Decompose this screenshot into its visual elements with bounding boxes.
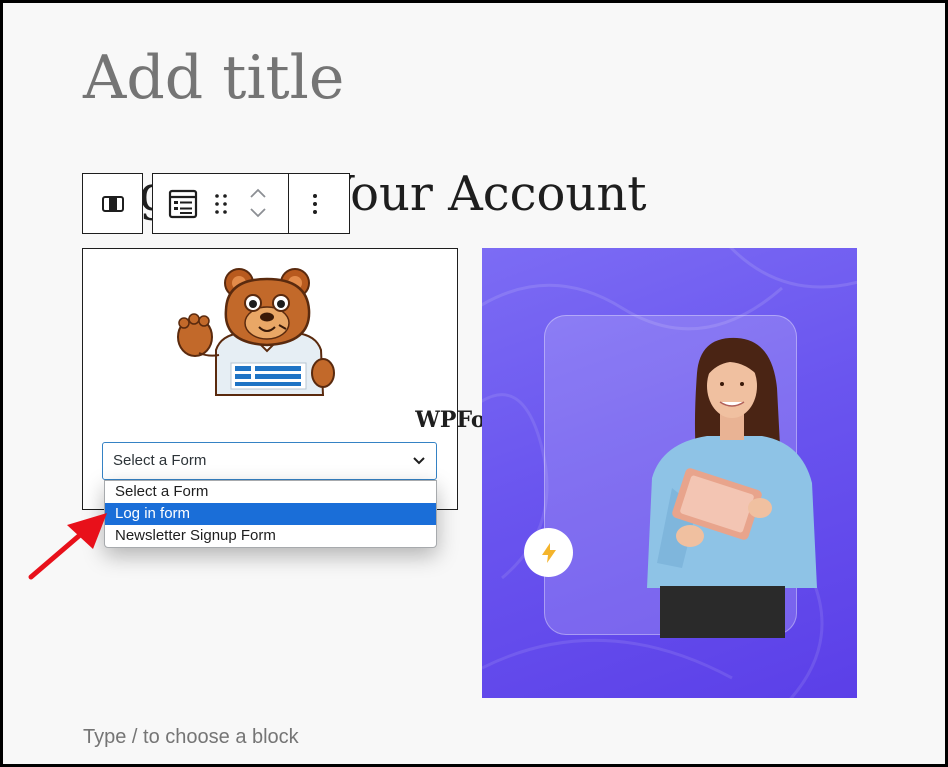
wpforms-mascot	[171, 265, 336, 405]
editor-canvas: Add title g In To Your Account WPForms S…	[3, 3, 945, 764]
hero-image[interactable]	[482, 248, 857, 698]
chevron-down-icon	[250, 208, 266, 218]
columns-icon	[101, 195, 124, 212]
woman-with-tablet	[647, 337, 817, 638]
toolbar-divider	[288, 174, 289, 233]
chevron-down-icon	[413, 457, 425, 465]
more-vertical-icon	[313, 194, 317, 214]
block-toolbar	[152, 173, 350, 234]
more-options-button[interactable]	[311, 192, 319, 221]
badge	[524, 528, 573, 577]
form-option-login[interactable]: Log in form	[105, 503, 436, 525]
form-select[interactable]: Select a Form	[102, 442, 437, 480]
post-title-input[interactable]: Add title	[83, 43, 344, 113]
select-parent-block-button[interactable]	[82, 173, 143, 234]
form-icon	[168, 189, 198, 219]
move-down-button[interactable]	[249, 206, 267, 225]
chevron-up-icon	[250, 188, 266, 198]
wpforms-bear-icon	[177, 268, 335, 396]
move-up-button[interactable]	[249, 186, 267, 205]
drag-handle[interactable]	[213, 192, 229, 221]
drag-handle-icon	[215, 194, 227, 214]
form-option-select[interactable]: Select a Form	[105, 481, 436, 503]
form-select-dropdown: Select a Form Log in form Newsletter Sig…	[104, 480, 437, 548]
lightning-bolt-icon	[541, 542, 556, 563]
red-arrow-annotation	[28, 513, 107, 580]
block-type-button[interactable]	[167, 188, 199, 225]
form-select-value: Select a Form	[113, 452, 207, 469]
form-option-newsletter[interactable]: Newsletter Signup Form	[105, 525, 436, 547]
block-appender[interactable]: Type / to choose a block	[83, 726, 299, 749]
